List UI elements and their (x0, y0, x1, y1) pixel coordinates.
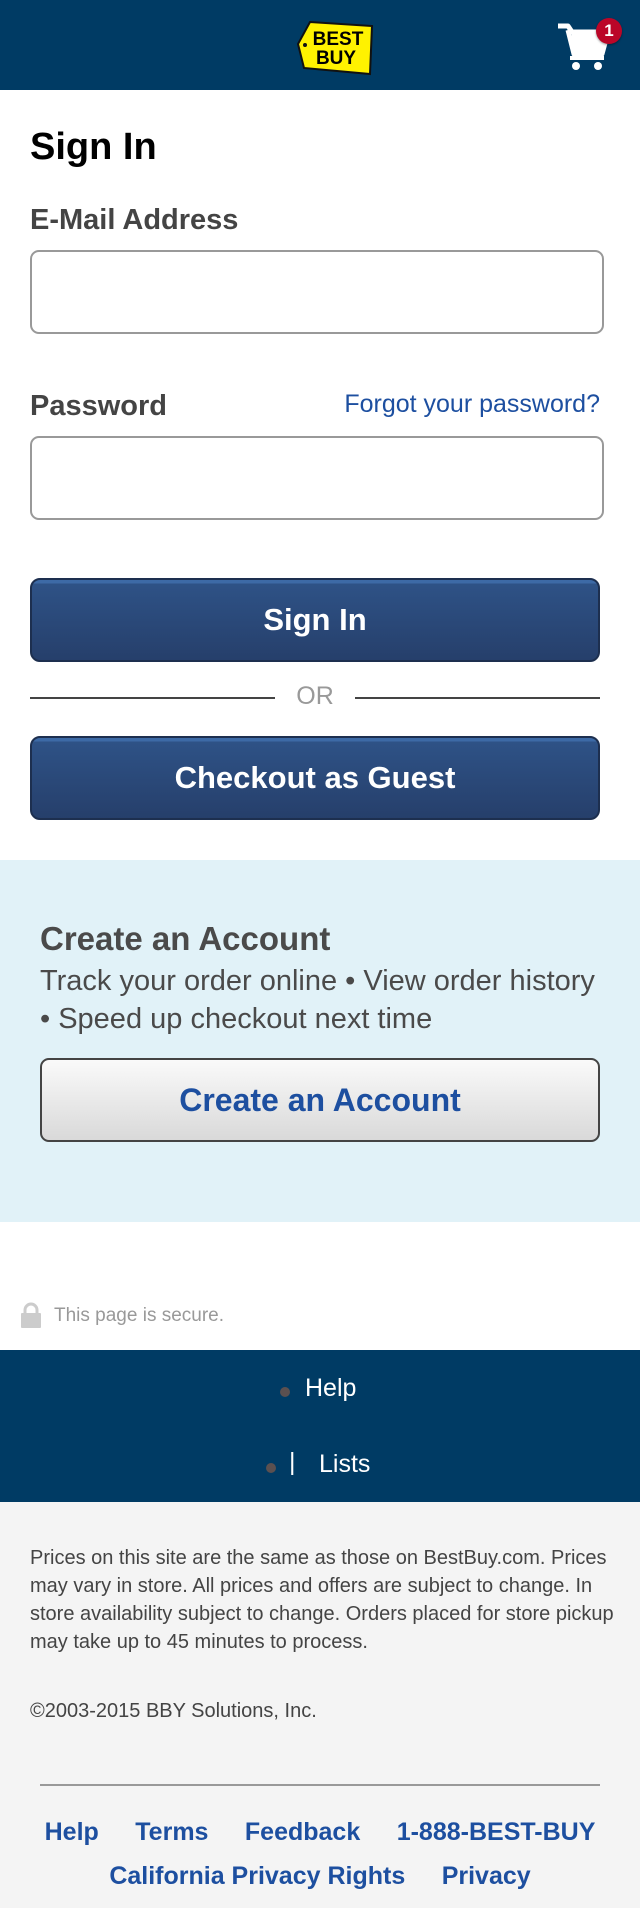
divider-line-right (355, 697, 600, 699)
sign-in-button[interactable]: Sign In (30, 578, 600, 662)
footer-link-terms[interactable]: Terms (135, 1818, 208, 1846)
forgot-password-link[interactable]: Forgot your password? (344, 390, 600, 419)
footer-nav: Help | Lists (0, 1350, 640, 1502)
footer-link-privacy[interactable]: Privacy (442, 1862, 531, 1890)
footer-links: Help Terms Feedback 1-888-BEST-BUY Calif… (0, 1818, 640, 1906)
create-account-button[interactable]: Create an Account (40, 1058, 600, 1142)
create-account-section: Create an Account Track your order onlin… (0, 860, 640, 1222)
best-buy-logo[interactable]: BEST BUY (296, 20, 376, 76)
footer-nav-help[interactable]: Help (305, 1374, 356, 1403)
email-label: E-Mail Address (30, 204, 239, 236)
footer-nav-lists[interactable]: Lists (319, 1450, 370, 1479)
bullet-icon (266, 1463, 276, 1473)
bullet-icon (280, 1387, 290, 1397)
legal-footer: Prices on this site are the same as thos… (0, 1502, 640, 1908)
footer-link-help[interactable]: Help (45, 1818, 99, 1846)
logo-text-buy: BUY (316, 48, 356, 69)
create-account-description: Track your order online • View order his… (40, 965, 595, 1035)
copyright: ©2003-2015 BBY Solutions, Inc. (30, 1700, 317, 1722)
page-title: Sign In (30, 126, 157, 168)
logo-text-best: BEST (313, 29, 364, 50)
password-label: Password (30, 390, 167, 422)
create-account-title: Create an Account (40, 920, 331, 957)
pricing-disclaimer: Prices on this site are the same as thos… (30, 1547, 614, 1653)
footer-link-california-privacy[interactable]: California Privacy Rights (109, 1862, 405, 1890)
footer-divider (40, 1784, 600, 1786)
cart-count-badge: 1 (596, 18, 622, 44)
checkout-as-guest-button[interactable]: Checkout as Guest (30, 736, 600, 820)
lock-icon (21, 1302, 41, 1328)
footer-link-feedback[interactable]: Feedback (245, 1818, 360, 1846)
nav-separator: | (289, 1448, 296, 1476)
secure-text: This page is secure. (54, 1305, 225, 1326)
password-field[interactable] (30, 436, 604, 520)
or-divider: OR (30, 680, 600, 714)
site-header: BEST BUY 1 (0, 0, 640, 90)
email-field[interactable] (30, 250, 604, 334)
footer-link-phone[interactable]: 1-888-BEST-BUY (397, 1818, 596, 1846)
